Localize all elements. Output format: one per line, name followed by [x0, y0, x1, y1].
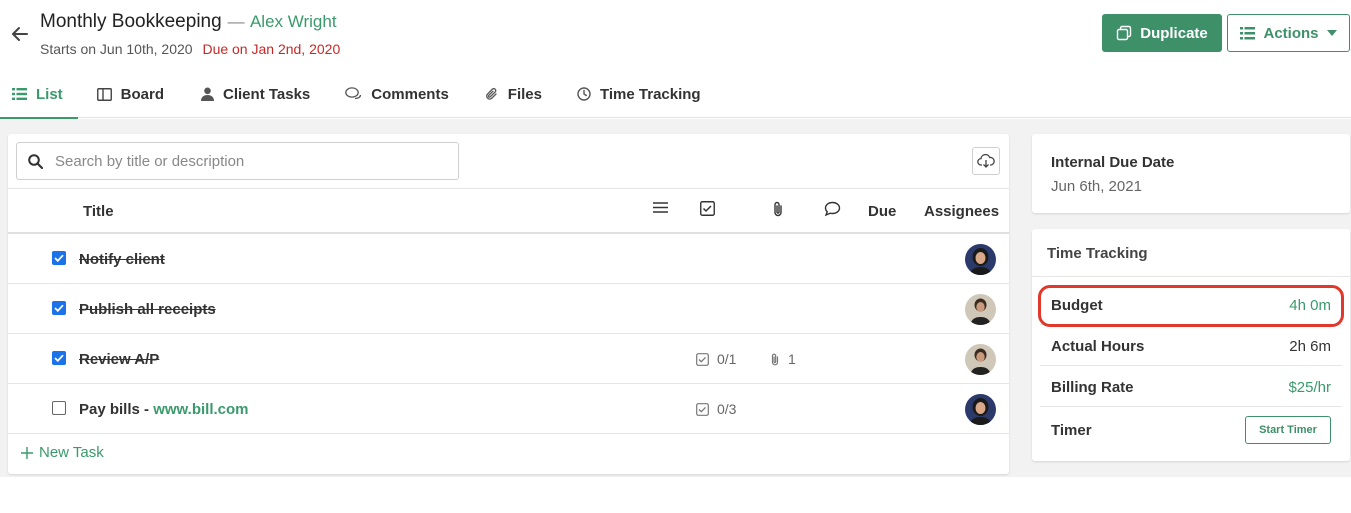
duplicate-label: Duplicate	[1140, 24, 1208, 42]
task-title[interactable]: Notify client	[79, 251, 165, 268]
table-row[interactable]: Pay bills - www.bill.com 0/3	[8, 384, 1009, 434]
date-line: Starts on Jun 10th, 2020 Due on Jan 2nd,…	[40, 41, 340, 57]
tab-board[interactable]: Board	[96, 70, 165, 118]
budget-row: Budget 4h 0m	[1040, 285, 1342, 325]
tab-label: List	[36, 85, 63, 103]
table-row[interactable]: Review A/P 0/1 1	[8, 334, 1009, 384]
comments-icon	[345, 87, 362, 100]
table-header: Title Due Assignees	[8, 188, 1009, 234]
checklist-column-icon	[700, 201, 715, 220]
task-checkbox[interactable]	[52, 401, 66, 415]
table-row[interactable]: Publish all receipts	[8, 284, 1009, 334]
actual-hours-row: Actual Hours 2h 6m	[1040, 326, 1342, 366]
task-checkbox[interactable]	[52, 351, 66, 365]
budget-value[interactable]: 4h 0m	[1289, 297, 1331, 314]
subtask-count: 0/1	[696, 351, 736, 367]
budget-label: Budget	[1051, 297, 1103, 314]
copy-icon	[1117, 25, 1132, 41]
billing-rate-row: Billing Rate $25/hr	[1040, 367, 1342, 407]
tab-client-tasks[interactable]: Client Tasks	[201, 70, 310, 118]
billing-rate-label: Billing Rate	[1051, 379, 1134, 396]
plus-icon	[21, 446, 33, 459]
column-assignees[interactable]: Assignees	[924, 203, 999, 220]
actual-hours-label: Actual Hours	[1051, 338, 1145, 355]
search-input[interactable]	[55, 152, 435, 170]
assignee-avatar[interactable]	[965, 294, 996, 325]
tab-label: Files	[507, 85, 542, 103]
attachment-column-icon	[772, 201, 784, 221]
start-date: Starts on Jun 10th, 2020	[40, 41, 193, 57]
board-icon	[96, 87, 112, 101]
time-tracking-title: Time Tracking	[1047, 245, 1148, 262]
caret-down-icon	[1326, 30, 1337, 36]
task-title[interactable]: Publish all receipts	[79, 301, 216, 318]
timer-row: Timer Start Timer	[1040, 410, 1342, 450]
page-title: Monthly Bookkeeping — Alex Wright	[40, 11, 337, 33]
column-due[interactable]: Due	[868, 203, 896, 220]
tab-time-tracking[interactable]: Time Tracking	[577, 70, 701, 118]
internal-due-value[interactable]: Jun 6th, 2021	[1051, 178, 1142, 195]
job-title: Monthly Bookkeeping	[40, 11, 222, 32]
file-count: 1	[770, 351, 796, 367]
task-title[interactable]: Pay bills - www.bill.com	[79, 401, 249, 418]
attachment-icon	[771, 353, 779, 365]
column-title[interactable]: Title	[83, 203, 114, 220]
download-button[interactable]	[972, 147, 1000, 175]
title-separator: —	[227, 12, 245, 31]
checklist-icon	[696, 352, 709, 366]
internal-due-label: Internal Due Date	[1051, 154, 1175, 171]
actions-label: Actions	[1263, 24, 1319, 42]
new-task-label: New Task	[39, 444, 104, 461]
file-count-value: 1	[788, 351, 796, 367]
search-icon	[28, 153, 43, 169]
tab-label: Client Tasks	[223, 85, 311, 103]
internal-due-date-card: Internal Due Date Jun 6th, 2021	[1032, 134, 1350, 213]
tab-files[interactable]: Files	[485, 70, 542, 118]
back-arrow-icon[interactable]	[10, 24, 30, 44]
tab-label: Board	[120, 85, 165, 103]
assignee-avatar[interactable]	[965, 344, 996, 375]
time-tracking-card: Time Tracking Budget 4h 0m Actual Hours …	[1032, 229, 1350, 461]
actions-dropdown-button[interactable]: Actions	[1227, 14, 1350, 52]
billing-rate-value[interactable]: $25/hr	[1288, 379, 1331, 396]
new-task-button[interactable]: New Task	[21, 444, 104, 461]
task-checkbox[interactable]	[52, 301, 66, 315]
description-column-icon	[653, 201, 668, 218]
subtask-count: 0/3	[696, 401, 736, 417]
cloud-download-icon	[977, 154, 995, 168]
divider	[1032, 276, 1350, 277]
due-date: Due on Jan 2nd, 2020	[202, 41, 341, 57]
person-icon	[201, 87, 215, 101]
tab-list[interactable]: List	[0, 70, 78, 119]
list-icon	[12, 88, 27, 100]
tab-comments[interactable]: Comments	[345, 70, 449, 118]
tab-label: Comments	[371, 85, 449, 103]
subtask-count-value: 0/3	[717, 401, 737, 417]
checklist-icon	[696, 402, 709, 416]
duplicate-button[interactable]: Duplicate	[1102, 14, 1222, 52]
task-link[interactable]: www.bill.com	[153, 401, 248, 418]
task-checkbox[interactable]	[52, 251, 66, 265]
start-timer-button[interactable]: Start Timer	[1245, 416, 1331, 444]
tab-bar: List Board Client Tasks Comments Files T…	[0, 70, 701, 119]
assignee-avatar[interactable]	[965, 394, 996, 425]
task-list-panel: Title Due Assignees Notify client Publis…	[8, 134, 1009, 474]
table-row[interactable]: Notify client	[8, 234, 1009, 284]
timer-label: Timer	[1051, 422, 1092, 439]
client-link[interactable]: Alex Wright	[250, 12, 337, 31]
task-title[interactable]: Review A/P	[79, 351, 159, 368]
subtask-count-value: 0/1	[717, 351, 737, 367]
task-title-text: Pay bills -	[79, 401, 154, 418]
paperclip-icon	[485, 87, 497, 100]
list-icon	[1240, 26, 1256, 39]
search-box[interactable]	[16, 142, 459, 180]
page-header: Monthly Bookkeeping — Alex Wright Starts …	[0, 0, 1351, 119]
tab-label: Time Tracking	[599, 85, 701, 103]
comment-column-icon	[824, 201, 841, 221]
clock-icon	[577, 87, 591, 101]
actual-hours-value: 2h 6m	[1289, 338, 1331, 355]
assignee-avatar[interactable]	[965, 244, 996, 275]
